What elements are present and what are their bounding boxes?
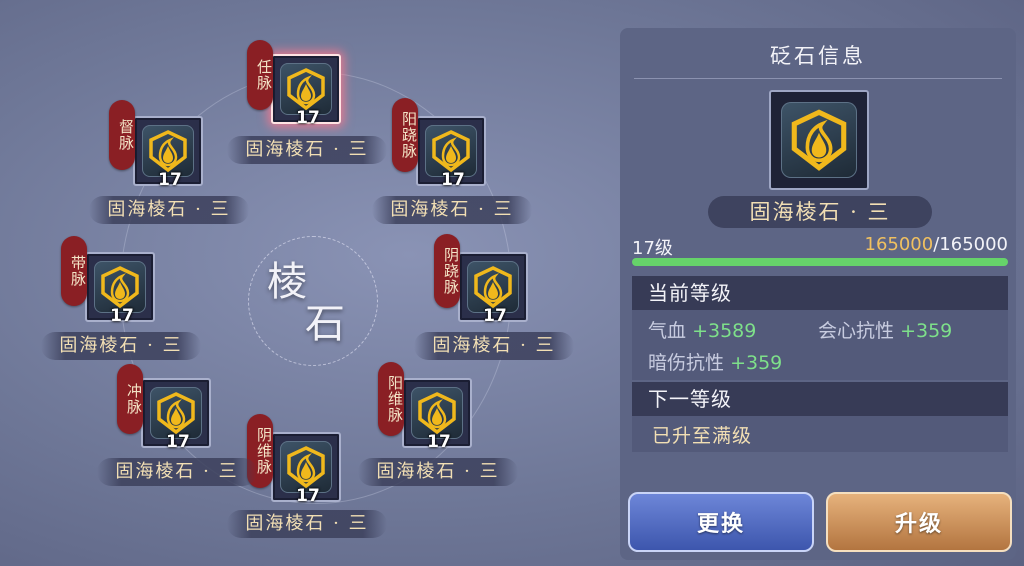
slot-frame[interactable]: 17 [271,432,341,506]
swap-button[interactable]: 更换 [628,492,814,552]
slot-name-chongmai: 固海棱石 · 三 [97,458,257,486]
next-level-header: 下一等级 [632,382,1008,416]
meridian-tag-daimai: 带脉 [61,236,87,306]
stat-value: +359 [730,352,783,374]
meridian-tag-yinqiao: 阴跷脉 [434,234,460,308]
stat-value: +3589 [692,320,757,342]
meridian-tag-yangwei: 阳维脉 [378,362,404,436]
title-divider [634,78,1002,79]
slot-frame[interactable]: 17 [271,54,341,128]
slot-name-daimai: 固海棱石 · 三 [41,332,201,360]
exp-readout: 165000/165000 [865,234,1009,255]
slot-name-yangwei: 固海棱石 · 三 [358,458,518,486]
stone-info-panel: 砭石信息 固海棱石 · 三 17级 165000/165000 当前等级 气血 … [620,28,1016,560]
slot-level: 17 [483,306,507,326]
slot-name-renmai: 固海棱石 · 三 [227,136,387,164]
slot-level: 17 [166,432,190,452]
meridian-tag-renmai: 任脉 [247,40,273,110]
slot-frame[interactable]: 17 [416,116,486,190]
stat-value: +359 [900,320,953,342]
slot-level: 17 [296,108,320,128]
selected-stone-frame [769,90,869,190]
max-level-text: 已升至满级 [652,425,753,447]
gem-icon [781,102,857,178]
slot-name-yinwei: 固海棱石 · 三 [227,510,387,538]
slot-name-dumai: 固海棱石 · 三 [89,196,249,224]
exp-bar [632,258,1008,266]
slot-level: 17 [158,170,182,190]
slot-name-yinqiao: 固海棱石 · 三 [414,332,574,360]
next-level-box: 已升至满级 [632,416,1008,452]
stat-label: 会心抗性 [818,320,895,342]
meridian-tag-dumai: 督脉 [109,100,135,170]
center-title-char-2: 石 [305,301,345,347]
slot-level: 17 [441,170,465,190]
exp-current: 165000 [864,234,934,255]
exp-bar-fill [632,258,1008,266]
stat-label: 暗伤抗性 [648,352,725,374]
slot-frame[interactable]: 17 [458,252,528,326]
slot-frame[interactable]: 17 [402,378,472,452]
slot-level: 17 [427,432,451,452]
stat-qixue: 气血 +3589 [648,316,756,343]
stat-hidden-damage-resist: 暗伤抗性 +359 [648,348,782,375]
selected-stone-name: 固海棱石 · 三 [708,196,932,228]
current-stats: 气血 +3589 会心抗性 +359 暗伤抗性 +359 [632,310,1008,380]
stat-crit-resist: 会心抗性 +359 [818,316,952,343]
stone-level: 17级 [632,238,673,259]
slot-level: 17 [296,486,320,506]
center-title-char-1: 棱 [267,259,307,305]
center-title-circle: 棱 石 [248,236,378,366]
current-level-header: 当前等级 [632,276,1008,310]
meridian-tag-yangqiao: 阳跷脉 [392,98,418,172]
panel-title: 砭石信息 [770,44,866,68]
slot-frame[interactable]: 17 [141,378,211,452]
upgrade-button[interactable]: 升级 [826,492,1012,552]
slot-frame[interactable]: 17 [133,116,203,190]
slot-frame[interactable]: 17 [85,252,155,326]
slot-name-yangqiao: 固海棱石 · 三 [372,196,532,224]
stat-label: 气血 [648,320,687,342]
meridian-tag-chongmai: 冲脉 [117,364,143,434]
exp-max: /165000 [933,234,1008,255]
slot-level: 17 [110,306,134,326]
